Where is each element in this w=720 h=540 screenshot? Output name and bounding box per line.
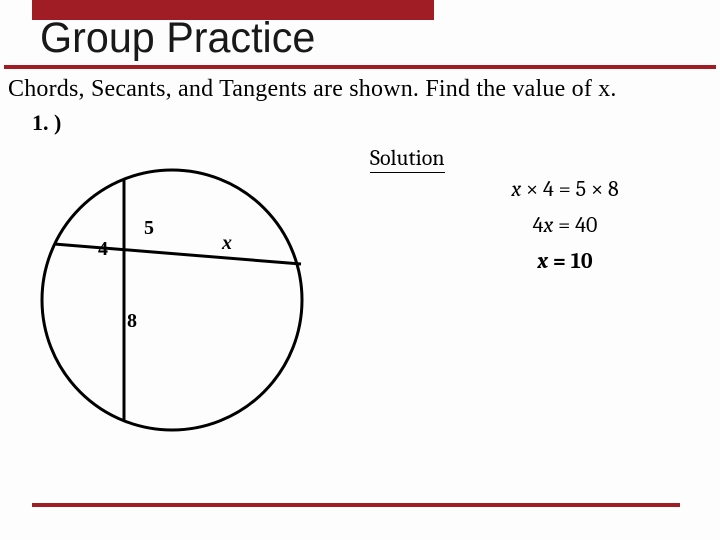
- math-text: × 4 = 5 × 8: [521, 176, 619, 202]
- segment-label-c: 8: [127, 310, 137, 333]
- segment-label-b: 5: [144, 217, 154, 240]
- title-underline: [4, 65, 716, 69]
- math-text: = 10: [548, 248, 593, 274]
- segment-label-a: 4: [98, 238, 108, 261]
- math-text: 4: [533, 212, 544, 238]
- geometry-figure: 4 5 8 x: [32, 140, 332, 440]
- footer-underline: [32, 503, 680, 507]
- slide-subtitle: Chords, Secants, and Tangents are shown.…: [8, 76, 617, 103]
- solution-line-1: x × 4 = 5 × 8: [430, 176, 700, 202]
- solution-line-2: 4x = 40: [430, 212, 700, 238]
- math-var-x: x: [543, 212, 553, 238]
- problem-number: 1. ): [32, 110, 61, 136]
- solution-answer: x = 10: [430, 248, 700, 274]
- solution-steps: x × 4 = 5 × 8 4x = 40 x = 10: [430, 176, 700, 284]
- math-var-x: x: [537, 248, 548, 274]
- chords-circle-svg: [32, 140, 332, 440]
- math-var-x: x: [511, 176, 521, 202]
- math-text: = 40: [553, 212, 597, 238]
- solution-heading: Solution: [370, 145, 445, 173]
- segment-label-x: x: [222, 232, 232, 255]
- slide-title: Group Practice: [40, 14, 315, 63]
